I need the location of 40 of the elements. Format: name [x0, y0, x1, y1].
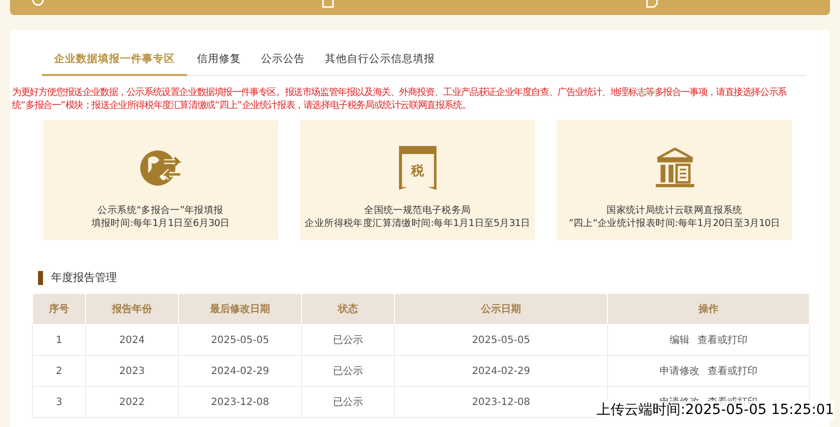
card-title: 全国统一规范电子税务局: [364, 204, 471, 217]
table-cell: 2024-02-29: [394, 356, 608, 386]
tab[interactable]: 信用修复: [187, 46, 251, 76]
column-header: 公示日期: [394, 294, 608, 324]
card-title: 国家统计局统计云联网直报系统: [606, 204, 742, 217]
table-cell: 3: [32, 386, 86, 418]
system-card[interactable]: 国家统计局统计云联网直报系统 ”四上“企业统计报表时间:每年1月20日至3月10日: [557, 120, 792, 240]
card-period: 企业所得税年度汇算清缴时间:每年1月1日至5月31日: [304, 217, 530, 230]
column-header: 最后修改日期: [178, 294, 302, 324]
action-link[interactable]: 查看或打印: [708, 364, 758, 378]
action-link[interactable]: 查看或打印: [698, 333, 748, 347]
table-cell: 2025-05-05: [178, 324, 302, 356]
action-link[interactable]: 申请修改: [660, 364, 700, 378]
system-card[interactable]: 税 全国统一规范电子税务局 企业所得税年度汇算清缴时间:每年1月1日至5月31日: [300, 120, 535, 240]
table-cell: 2022: [86, 386, 178, 418]
action-link[interactable]: 编辑: [670, 333, 690, 347]
table-cell: 2023-12-08: [178, 386, 302, 418]
section-marker: [38, 270, 43, 284]
tab[interactable]: 其他自行公示信息填报: [315, 46, 445, 76]
table-cell: 2: [32, 356, 86, 386]
card-period: ”四上“企业统计报表时间:每年1月20日至3月10日: [568, 217, 780, 230]
notice-text: 为更好方便您报送企业数据，公示系统设置企业数据填报一件事专区。报送市场监管年报以及海关、外商投资、工业产品获证企业年度自查、广告业统计、地理标志等多报合一事项，请直接选择公示系统“多报合一”模块；报送企业所得税年度汇算清缴或“四上”企业统计报表，请选择电子税务局或统计云联网直报系统。: [12, 86, 788, 112]
table-cell: 2023: [86, 356, 178, 386]
column-header: 序号: [32, 294, 86, 324]
column-header: 状态: [302, 294, 394, 324]
table-cell: 2024-02-29: [178, 356, 302, 386]
column-header: 操作: [608, 294, 810, 324]
tab[interactable]: 公示公告: [251, 46, 315, 76]
table-cell: 已公示: [302, 386, 394, 418]
card-period: 填报时间:每年1月1日至6月30日: [91, 217, 230, 230]
table-cell: 2024: [86, 324, 178, 356]
card-title: 公示系统“多报合一”年报填报: [98, 204, 224, 217]
column-header: 报告年份: [86, 294, 178, 324]
table-cell: 已公示: [302, 356, 394, 386]
tax-ticket-icon: 税: [398, 146, 436, 190]
table-cell: 1: [32, 324, 86, 356]
section-title: 年度报告管理: [51, 270, 117, 285]
table-cell: 2025-05-05: [394, 324, 608, 356]
table-cell: 已公示: [302, 324, 394, 356]
system-card[interactable]: 公示系统“多报合一”年报填报 填报时间:每年1月1日至6月30日: [43, 120, 278, 240]
